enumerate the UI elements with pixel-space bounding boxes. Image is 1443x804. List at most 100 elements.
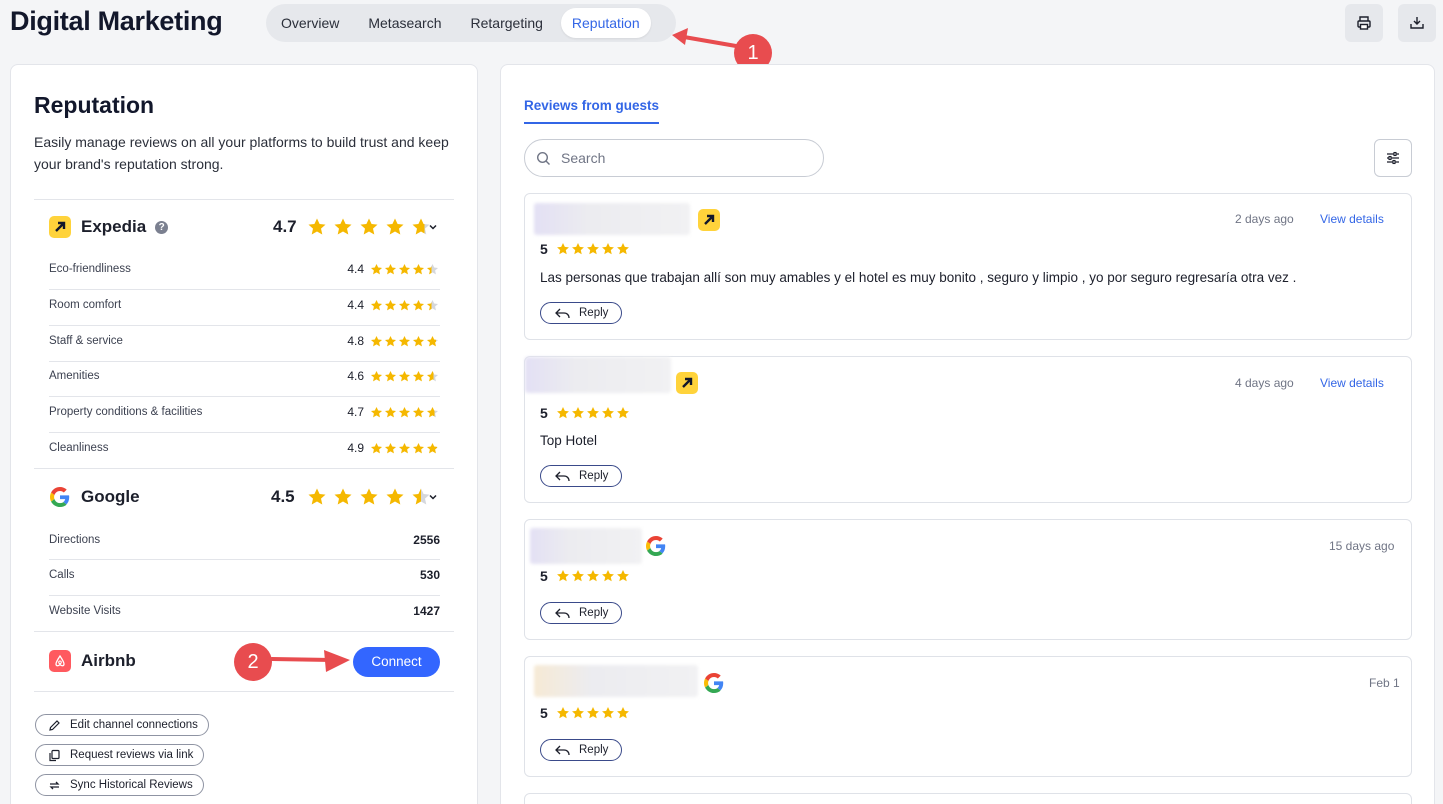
search-icon <box>536 151 550 165</box>
star-icon <box>601 707 614 719</box>
reply-icon <box>555 745 570 755</box>
metric-label: Property conditions & facilities <box>49 406 203 418</box>
metric-label: Amenities <box>49 370 100 382</box>
download-tray-icon <box>1410 17 1424 29</box>
reply-label: Reply <box>579 607 609 619</box>
star-icon <box>412 442 425 453</box>
star-icon <box>616 407 629 419</box>
filter-button[interactable] <box>1374 139 1412 177</box>
reviewer-avatar-name-blurred <box>530 528 642 564</box>
metric-row: Amenities 4.6 <box>49 369 440 383</box>
tab-overview[interactable]: Overview <box>270 8 350 38</box>
sync-historical-reviews-button[interactable]: Sync Historical Reviews <box>35 774 204 796</box>
channel-airbnb: Airbnb <box>49 650 136 672</box>
reply-icon <box>555 608 570 618</box>
export-button[interactable] <box>1398 4 1436 42</box>
metric-label: Website Visits <box>49 605 121 617</box>
metric-value: 530 <box>419 568 440 582</box>
help-icon[interactable]: ? <box>155 220 169 234</box>
section-tabs: Overview Metasearch Retargeting Reputati… <box>266 4 676 42</box>
rating-stars <box>556 569 631 583</box>
expedia-chevron-down-icon[interactable] <box>428 222 438 232</box>
star-icon <box>370 370 383 381</box>
metric-value: 4.9 <box>347 441 364 455</box>
star-icon <box>398 370 411 381</box>
reply-button[interactable]: Reply <box>540 602 622 624</box>
star-icon <box>426 442 439 453</box>
divider <box>34 631 454 632</box>
divider <box>49 289 440 290</box>
review-date: 2 days ago <box>1235 212 1294 226</box>
metric-value: 4.6 <box>347 369 364 383</box>
print-button[interactable] <box>1345 4 1383 42</box>
star-icon <box>384 299 397 310</box>
tab-retargeting[interactable]: Retargeting <box>460 8 554 38</box>
star-icon <box>412 406 425 417</box>
expedia-logo-icon <box>698 209 720 231</box>
review-date: Feb 1 <box>1369 676 1400 690</box>
request-reviews-button[interactable]: Request reviews via link <box>35 744 205 766</box>
star-icon <box>370 263 383 274</box>
review-text: Las personas que trabajan allí son muy a… <box>540 270 1297 285</box>
star-icon <box>601 243 614 255</box>
tab-reputation[interactable]: Reputation <box>560 8 651 38</box>
reply-button[interactable]: Reply <box>540 302 622 324</box>
star-icon <box>370 335 383 346</box>
guest-reviews-panel: Reviews from guests 2 days ago View deta… <box>500 64 1435 804</box>
rating-value: 5 <box>540 405 548 421</box>
search-input[interactable] <box>561 150 801 166</box>
reply-button[interactable]: Reply <box>540 739 622 761</box>
star-icon <box>616 570 629 582</box>
reviewer-avatar-name-blurred <box>534 665 698 697</box>
metric-row: Eco-friendliness 4.4 <box>49 262 440 276</box>
metric-label: Eco-friendliness <box>49 263 131 275</box>
star-icon <box>556 243 569 255</box>
review-card: 2 days ago View details 5 Las personas q… <box>524 193 1412 340</box>
metric-row: Property conditions & facilities 4.7 <box>49 405 440 419</box>
google-chevron-down-icon[interactable] <box>428 492 438 502</box>
expedia-name: Expedia <box>81 217 147 236</box>
metric-stars <box>370 406 440 419</box>
star-icon <box>360 488 378 505</box>
expedia-logo-icon <box>49 216 71 238</box>
expedia-stars <box>307 217 437 237</box>
star-icon <box>586 243 599 255</box>
star-icon <box>398 406 411 417</box>
rating-stars <box>556 242 631 256</box>
edit-channel-connections-button[interactable]: Edit channel connections <box>35 714 209 736</box>
metric-label: Calls <box>49 569 75 581</box>
action-label: Edit channel connections <box>70 719 198 731</box>
metric-label: Directions <box>49 534 101 546</box>
expedia-score: 4.7 <box>273 217 297 236</box>
divider <box>34 691 454 692</box>
view-details-link[interactable]: View details <box>1320 212 1384 226</box>
star-icon <box>426 370 439 381</box>
star-icon <box>384 370 397 381</box>
metric-label: Cleanliness <box>49 442 109 454</box>
metric-label: Room comfort <box>49 299 122 311</box>
star-icon <box>571 570 584 582</box>
metric-stars <box>370 263 440 276</box>
metric-value: 4.8 <box>347 334 364 348</box>
divider <box>49 361 440 362</box>
view-details-link[interactable]: View details <box>1320 376 1384 390</box>
expedia-logo-icon <box>676 372 698 394</box>
metric-value: 4.4 <box>347 262 364 276</box>
metric-stars <box>370 299 440 312</box>
airbnb-connect-button[interactable]: Connect <box>353 647 440 677</box>
star-icon <box>398 299 411 310</box>
reply-button[interactable]: Reply <box>540 465 622 487</box>
google-logo-icon <box>645 535 667 557</box>
rating-stars <box>556 406 631 420</box>
star-icon <box>586 407 599 419</box>
star-icon <box>360 218 378 235</box>
rating-value: 5 <box>540 705 548 721</box>
star-icon <box>398 335 411 346</box>
tab-reviews-from-guests[interactable]: Reviews from guests <box>524 98 660 124</box>
star-icon <box>426 406 439 417</box>
rating-stars <box>556 706 631 720</box>
rating-value: 5 <box>540 241 548 257</box>
tab-metasearch[interactable]: Metasearch <box>357 8 452 38</box>
star-icon <box>398 263 411 274</box>
star-icon <box>384 442 397 453</box>
